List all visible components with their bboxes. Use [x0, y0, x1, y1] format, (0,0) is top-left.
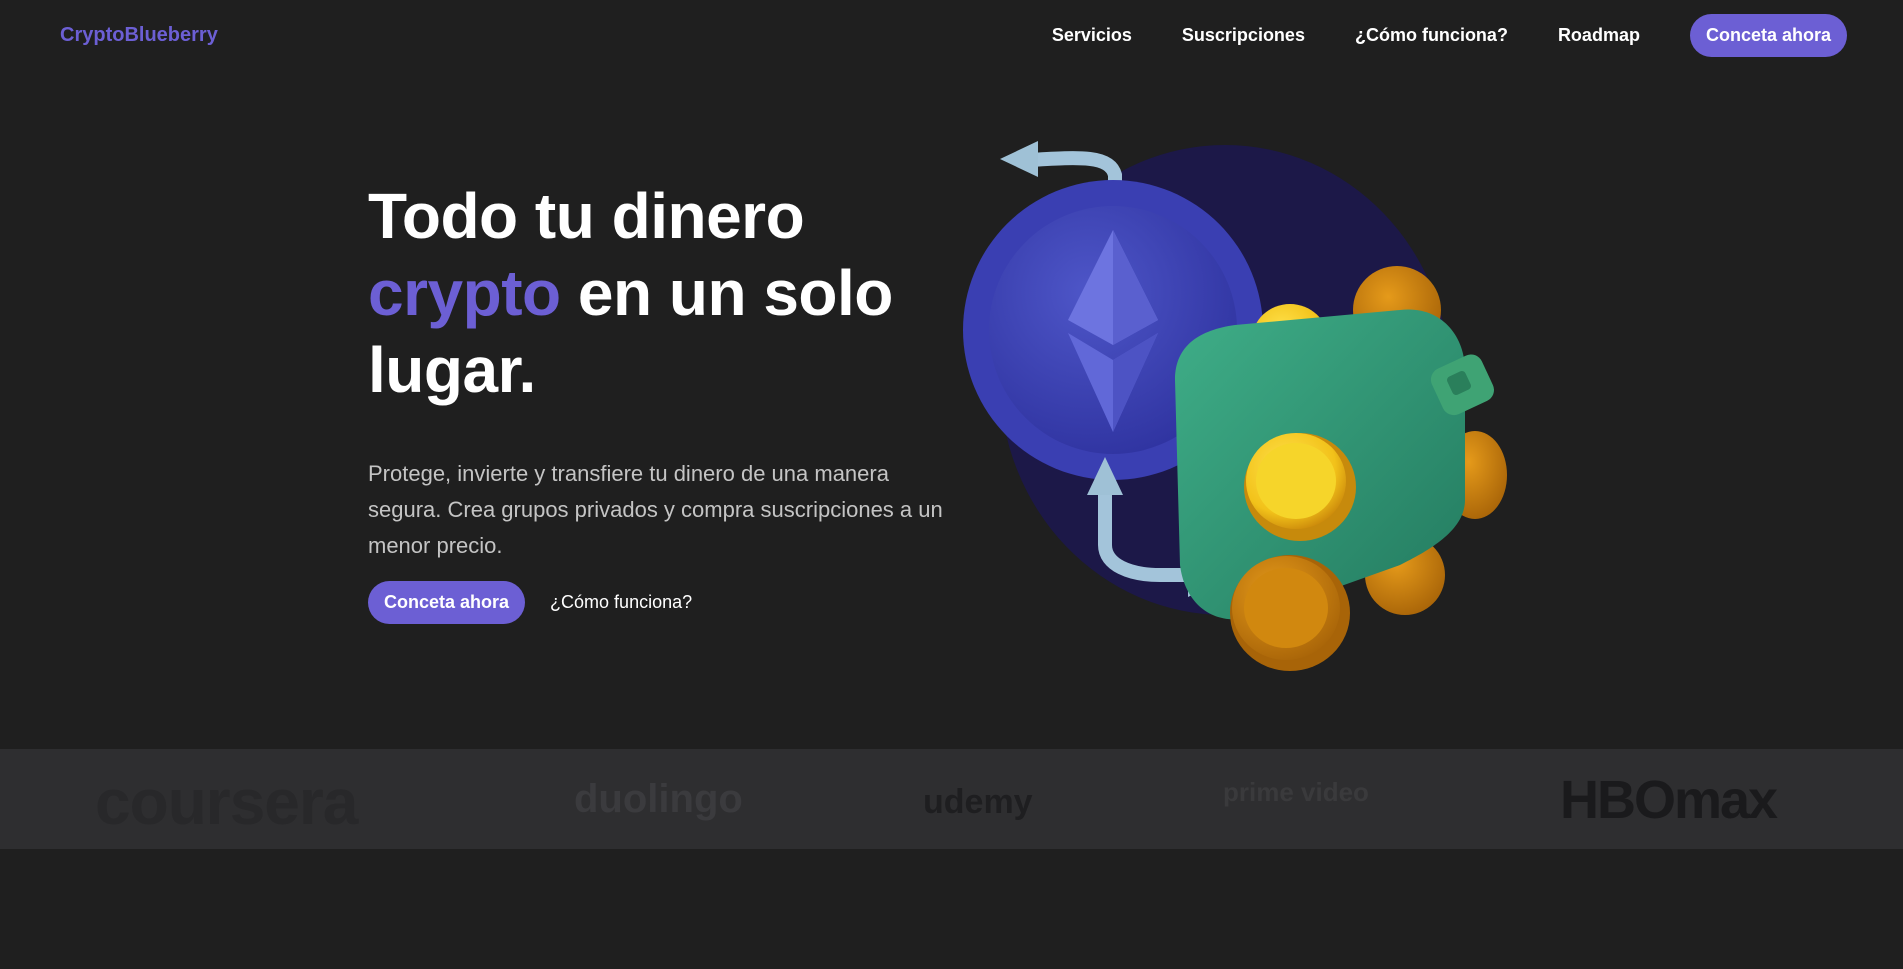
- duolingo-logo: duolingo: [574, 777, 743, 821]
- hero-how-it-works-link[interactable]: ¿Cómo funciona?: [550, 592, 692, 613]
- front-bronze-coin-icon: [1230, 555, 1350, 671]
- hero-actions: Conceta ahora ¿Cómo funciona?: [368, 581, 968, 624]
- hero-connect-button[interactable]: Conceta ahora: [368, 581, 526, 624]
- top-navbar: CryptoBlueberry Servicios Suscripciones …: [0, 0, 1903, 72]
- headline-part-1: Todo tu dinero: [368, 180, 805, 252]
- front-gold-coin-icon: [1244, 433, 1356, 541]
- nav-link-como-funciona[interactable]: ¿Cómo funciona?: [1355, 25, 1508, 46]
- prime-video-logo: prime video: [1223, 777, 1369, 807]
- nav-link-suscripciones[interactable]: Suscripciones: [1182, 25, 1305, 46]
- nav-links: Servicios Suscripciones ¿Cómo funciona? …: [1052, 14, 1847, 57]
- hero-subtext: Protege, invierte y transfiere tu dinero…: [368, 461, 943, 558]
- nav-connect-button[interactable]: Conceta ahora: [1689, 14, 1847, 57]
- brand-logo[interactable]: CryptoBlueberry: [60, 24, 218, 47]
- hbo-max-logo: HBOmax: [1560, 770, 1778, 830]
- hero-headline: Todo tu dinero crypto en un solo lugar.: [368, 178, 968, 409]
- headline-accent: crypto: [368, 257, 561, 329]
- partner-logos-band: coursera duolingo udemy prime video HBOm…: [0, 749, 1903, 849]
- ethereum-wallet-illustration: [960, 135, 1520, 675]
- coursera-logo: coursera: [95, 766, 358, 838]
- nav-link-roadmap[interactable]: Roadmap: [1558, 25, 1640, 46]
- illustration-svg: [963, 141, 1507, 671]
- hero-section: Todo tu dinero crypto en un solo lugar. …: [368, 178, 968, 624]
- udemy-logo: udemy: [923, 783, 1033, 821]
- nav-link-servicios[interactable]: Servicios: [1052, 25, 1132, 46]
